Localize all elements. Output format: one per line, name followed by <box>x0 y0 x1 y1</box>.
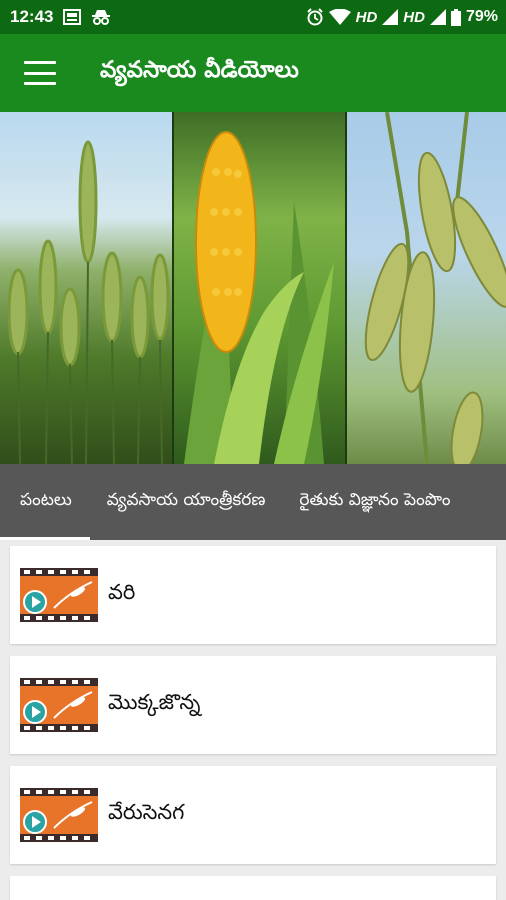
category-tabs: పంటలు వ్యవసాయ యాంత్రీకరణ రైతుకు విజ్ఞానం… <box>0 464 506 540</box>
status-bar: 12:43 HD HD 79% <box>0 0 506 34</box>
list-item[interactable] <box>10 876 496 900</box>
app-title: వ్యవసాయ వీడియోలు <box>100 57 299 83</box>
battery-percent: 79% <box>465 8 498 25</box>
tab-crops[interactable]: పంటలు <box>0 464 90 540</box>
hamburger-menu-icon[interactable] <box>24 61 56 85</box>
gallery-notification-icon <box>63 9 82 25</box>
video-list: వరి మొక్కజొన్న వేరుసెనగ <box>0 540 506 900</box>
video-play-icon <box>20 678 98 732</box>
list-item-label: వరి <box>108 580 136 604</box>
tab-crops-label: పంటలు <box>20 490 72 510</box>
incognito-icon <box>92 10 111 25</box>
battery-icon <box>450 8 461 26</box>
list-item[interactable]: వరి <box>10 546 496 644</box>
tab-farmer-knowledge-label: రైతుకు విజ్ఞానం పెంపొం <box>299 490 451 510</box>
network-type-1: HD <box>355 8 378 26</box>
network-type-2: HD <box>403 8 425 26</box>
wifi-icon <box>328 9 351 25</box>
tab-farmer-knowledge[interactable]: రైతుకు విజ్ఞానం పెంపొం <box>282 464 467 540</box>
list-item[interactable]: వేరుసెనగ <box>10 766 496 864</box>
wheat-image <box>0 112 172 464</box>
alarm-icon <box>306 8 323 26</box>
status-time: 12:43 <box>10 7 54 26</box>
soybean-image <box>347 112 506 464</box>
list-item[interactable]: మొక్కజొన్న <box>10 656 496 754</box>
video-play-icon <box>20 788 98 842</box>
signal-icon-1 <box>382 9 399 25</box>
crop-banner <box>0 112 506 464</box>
video-play-icon <box>20 568 98 622</box>
corn-image <box>172 112 347 464</box>
list-item-label: మొక్కజొన్న <box>108 690 201 714</box>
signal-icon-2 <box>429 9 446 25</box>
list-item-label: వేరుసెనగ <box>108 800 185 824</box>
tab-farm-mechanization-label: వ్యవసాయ యాంత్రీకరణ <box>106 490 266 510</box>
app-bar: వ్యవసాయ వీడియోలు <box>0 34 506 112</box>
tab-farm-mechanization[interactable]: వ్యవసాయ యాంత్రీకరణ <box>90 464 283 540</box>
